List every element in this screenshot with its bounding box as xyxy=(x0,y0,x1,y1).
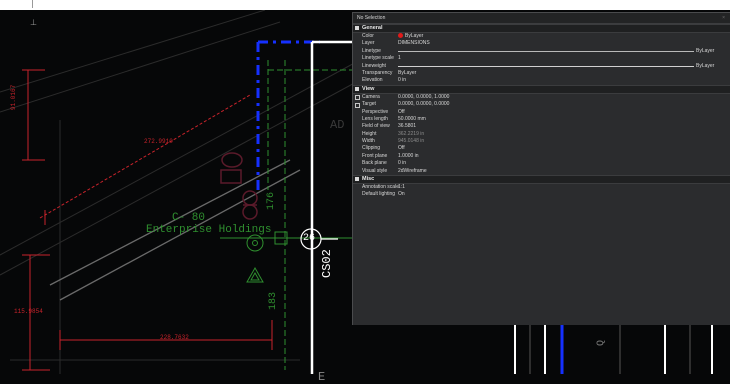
property-row-front-plane[interactable]: Front plane 1.0000 in xyxy=(353,153,730,160)
collapse-toggle-icon[interactable] xyxy=(355,177,359,182)
partial-label: AD xyxy=(330,118,345,132)
property-value-text: 0.0000, 0.0000, 1.0000 xyxy=(398,93,450,100)
property-value[interactable]: 0 in xyxy=(398,77,730,84)
section-header-misc[interactable]: Misc xyxy=(353,175,730,185)
property-value-text: 50.0000 mm xyxy=(398,115,426,122)
collapse-toggle-icon[interactable] xyxy=(355,26,359,30)
property-value[interactable]: 362.2219 in xyxy=(398,131,730,138)
selection-title: No Selection xyxy=(357,15,386,21)
dim-diagonal[interactable]: 272.9910 xyxy=(144,138,173,145)
property-row-visual-style[interactable]: Visual style 2dWireframe xyxy=(353,168,730,175)
property-value-text: Off xyxy=(398,108,405,115)
property-row-linetype-scale[interactable]: Linetype scale 1 xyxy=(353,55,730,62)
property-value-text: 1.0000 in xyxy=(398,152,419,159)
section-title: General xyxy=(362,25,383,31)
property-value-text: 1 xyxy=(398,55,401,62)
property-value-text: 2dWireframe xyxy=(398,167,427,174)
property-value[interactable]: 0.0000, 0.0000, 0.0000 xyxy=(398,101,730,108)
property-value[interactable]: On xyxy=(398,191,730,198)
property-value[interactable]: Off xyxy=(398,145,730,152)
property-sections: General Color ByLayer Layer DIMENSIONS Linety… xyxy=(353,24,730,199)
panel-titlebar: No Selection × xyxy=(353,13,730,24)
property-value[interactable]: 0 in xyxy=(398,160,730,167)
property-row-layer[interactable]: Layer DIMENSIONS xyxy=(353,40,730,47)
property-value-text: ByLayer xyxy=(405,33,424,39)
property-row-width[interactable]: Width 945.0148 in xyxy=(353,138,730,145)
property-row-color[interactable]: Color ByLayer xyxy=(353,33,730,40)
property-value[interactable]: 2dWireframe xyxy=(398,168,730,175)
section-title: View xyxy=(362,85,375,92)
property-row-lineweight[interactable]: Lineweight ByLayer xyxy=(353,63,730,70)
right-glyph: Q xyxy=(596,339,607,346)
zone-label[interactable]: C- 80 xyxy=(172,212,205,224)
property-value-text: Off xyxy=(398,145,405,152)
section-header-view[interactable]: View xyxy=(353,84,730,94)
upper-glyph: ⊥ xyxy=(30,19,37,28)
property-row-lens-length[interactable]: Lens length 50.0000 mm xyxy=(353,116,730,123)
property-row-target[interactable]: Target 0.0000, 0.0000, 0.0000 xyxy=(353,101,730,108)
property-value[interactable]: 945.0148 in xyxy=(398,138,730,145)
property-row-camera[interactable]: Camera 0.0000, 0.0000, 1.0000 xyxy=(353,94,730,101)
color-swatch-icon xyxy=(398,33,403,38)
property-row-default-lighting[interactable]: Default lighting On xyxy=(353,191,730,198)
property-value[interactable]: 1.0000 in xyxy=(398,153,730,160)
property-value[interactable]: 1 xyxy=(398,55,730,62)
company-label[interactable]: Enterprise Holdings xyxy=(146,224,271,236)
property-value: ByLayer xyxy=(696,62,715,69)
property-row-height[interactable]: Height 362.2219 in xyxy=(353,131,730,138)
expand-icon[interactable] xyxy=(355,102,360,108)
property-value-text: ByLayer xyxy=(398,69,417,76)
property-value-text: 362.2219 in xyxy=(398,130,425,137)
dim-vertical-1[interactable]: 176 xyxy=(266,192,277,210)
property-row-field-of-view[interactable]: Field of view 36.5801 xyxy=(353,123,730,130)
edge-glyph: E xyxy=(318,370,326,384)
dim-left-1[interactable]: 91.0167 xyxy=(10,85,17,110)
dim-left-2[interactable]: 115.9854 xyxy=(14,308,43,315)
property-row-clipping[interactable]: Clipping Off xyxy=(353,145,730,152)
property-value[interactable]: 0.0000, 0.0000, 1.0000 xyxy=(398,94,730,101)
property-row-perspective[interactable]: Perspective Off xyxy=(353,109,730,116)
property-value-text: On xyxy=(398,191,405,198)
property-value[interactable]: DIMENSIONS xyxy=(398,40,730,47)
property-row-transparency[interactable]: Transparency ByLayer xyxy=(353,70,730,77)
tag-code[interactable]: CS02 xyxy=(320,249,334,278)
section-title: Misc xyxy=(362,176,375,183)
property-value[interactable]: 50.0000 mm xyxy=(398,116,730,123)
dim-vertical-2[interactable]: 183 xyxy=(268,292,279,310)
properties-panel[interactable]: No Selection × General Color ByLayer Layer D… xyxy=(352,12,730,325)
property-value-text: 0 in xyxy=(398,160,407,167)
close-icon[interactable]: × xyxy=(722,13,725,23)
dim-bottom[interactable]: 228.7632 xyxy=(160,334,189,341)
property-row-linetype[interactable]: Linetype ByLayer xyxy=(353,48,730,55)
collapse-toggle-icon[interactable] xyxy=(355,86,359,91)
top-toolbar-strip xyxy=(0,0,730,10)
property-row-elevation[interactable]: Elevation 0 in xyxy=(353,77,730,84)
property-value-text: 0 in xyxy=(398,77,407,84)
property-value[interactable]: 1:1 xyxy=(398,184,730,191)
property-value-text: DIMENSIONS xyxy=(398,40,430,47)
property-value[interactable]: ByLayer xyxy=(398,33,730,40)
line-sample xyxy=(398,51,694,53)
property-value[interactable]: Off xyxy=(398,109,730,116)
property-row-back-plane[interactable]: Back plane 0 in xyxy=(353,160,730,167)
tag-number[interactable]: 26 xyxy=(303,233,315,244)
property-row-annotation-scale[interactable]: Annotation scale 1:1 xyxy=(353,184,730,191)
property-value[interactable]: 36.5801 xyxy=(398,123,730,130)
property-value: ByLayer xyxy=(696,47,715,54)
line-sample xyxy=(398,65,694,67)
property-value-text: 36.5801 xyxy=(398,123,417,130)
expand-icon[interactable] xyxy=(355,95,360,101)
property-value-text: 1:1 xyxy=(398,184,405,191)
property-value-text: 945.0148 in xyxy=(398,138,425,145)
tick-mark xyxy=(32,0,33,8)
section-header-general[interactable]: General xyxy=(353,24,730,33)
property-value-text: 0.0000, 0.0000, 0.0000 xyxy=(398,101,450,108)
property-value[interactable]: ByLayer xyxy=(398,70,730,77)
